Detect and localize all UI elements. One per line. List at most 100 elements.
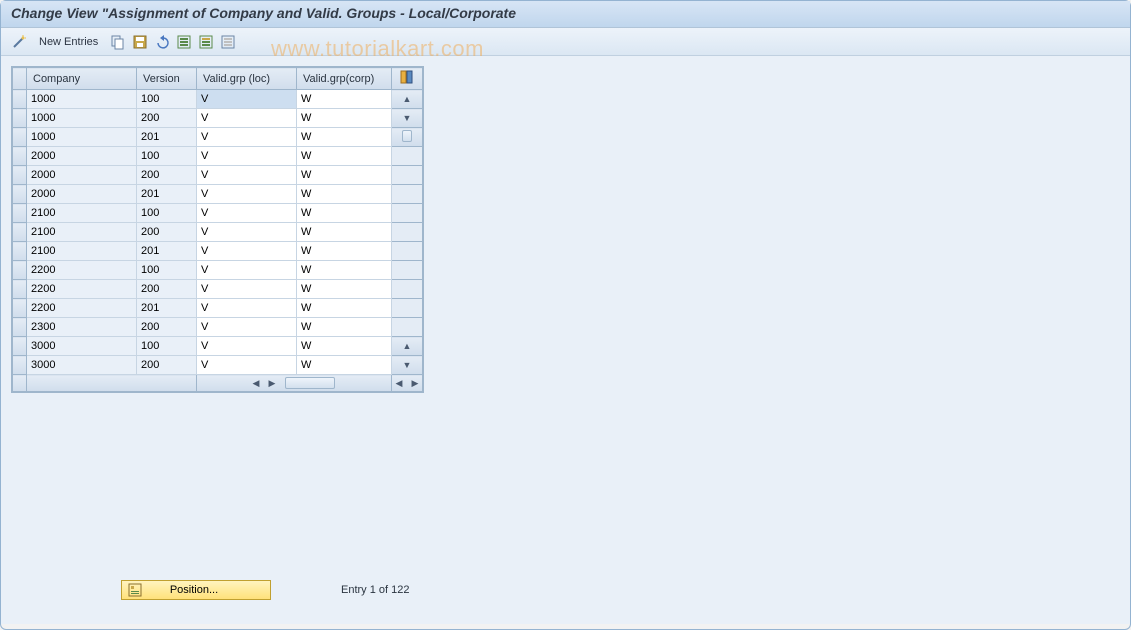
table-row[interactable]: 2100201VW: [13, 242, 423, 261]
cell-valid-corp[interactable]: W: [297, 299, 392, 318]
row-selector[interactable]: [13, 147, 27, 166]
cell-valid-loc[interactable]: V: [197, 318, 297, 337]
table-row[interactable]: 1000200VW▼: [13, 109, 423, 128]
cell-company[interactable]: 3000: [27, 337, 137, 356]
cell-company[interactable]: 3000: [27, 356, 137, 375]
cell-valid-corp[interactable]: W: [297, 356, 392, 375]
cell-version[interactable]: 200: [137, 109, 197, 128]
vscroll-track[interactable]: [392, 261, 423, 280]
cell-company[interactable]: 2100: [27, 204, 137, 223]
row-selector[interactable]: [13, 299, 27, 318]
cell-valid-corp[interactable]: W: [297, 128, 392, 147]
cell-company[interactable]: 2100: [27, 223, 137, 242]
cell-valid-loc[interactable]: V: [197, 166, 297, 185]
vscroll-track[interactable]: [392, 204, 423, 223]
cell-version[interactable]: 100: [137, 147, 197, 166]
cell-version[interactable]: 200: [137, 318, 197, 337]
col-header-valid-corp[interactable]: Valid.grp(corp): [297, 68, 392, 90]
cell-valid-corp[interactable]: W: [297, 337, 392, 356]
cell-version[interactable]: 100: [137, 204, 197, 223]
cell-company[interactable]: 2100: [27, 242, 137, 261]
table-row[interactable]: 2100100VW: [13, 204, 423, 223]
cell-company[interactable]: 2000: [27, 185, 137, 204]
cell-valid-corp[interactable]: W: [297, 318, 392, 337]
wand-icon[interactable]: [11, 34, 27, 50]
position-button[interactable]: Position...: [121, 580, 271, 600]
cell-version[interactable]: 100: [137, 90, 197, 109]
deselect-icon[interactable]: [220, 34, 236, 50]
cell-version[interactable]: 100: [137, 337, 197, 356]
cell-valid-loc[interactable]: V: [197, 337, 297, 356]
col-header-valid-loc[interactable]: Valid.grp (loc): [197, 68, 297, 90]
table-row[interactable]: 2000100VW: [13, 147, 423, 166]
cell-version[interactable]: 200: [137, 280, 197, 299]
col-header-version[interactable]: Version: [137, 68, 197, 90]
cell-version[interactable]: 201: [137, 242, 197, 261]
row-selector[interactable]: [13, 128, 27, 147]
cell-valid-corp[interactable]: W: [297, 223, 392, 242]
table-row[interactable]: 2200200VW: [13, 280, 423, 299]
cell-valid-loc[interactable]: V: [197, 280, 297, 299]
cell-company[interactable]: 2200: [27, 280, 137, 299]
col-header-company[interactable]: Company: [27, 68, 137, 90]
select-all-icon[interactable]: [176, 34, 192, 50]
cell-version[interactable]: 201: [137, 185, 197, 204]
table-row[interactable]: 1000100VW▲: [13, 90, 423, 109]
table-row[interactable]: 2100200VW: [13, 223, 423, 242]
vscroll-up-end-icon[interactable]: ▲: [392, 337, 423, 356]
vscroll-track[interactable]: [392, 147, 423, 166]
hscroll-left-icon[interactable]: ◀: [249, 376, 263, 390]
row-selector[interactable]: [13, 109, 27, 128]
row-selector[interactable]: [13, 166, 27, 185]
cell-valid-loc[interactable]: V: [197, 204, 297, 223]
cell-valid-corp[interactable]: W: [297, 185, 392, 204]
cell-version[interactable]: 100: [137, 261, 197, 280]
hscroll-left2-icon[interactable]: ◀: [392, 376, 406, 390]
new-entries-button[interactable]: New Entries: [33, 35, 104, 49]
table-row[interactable]: 1000201VW: [13, 128, 423, 147]
vscroll-track[interactable]: [392, 242, 423, 261]
row-selector[interactable]: [13, 318, 27, 337]
hscroll-thumb[interactable]: [285, 377, 335, 389]
vscroll-down-step-icon[interactable]: ▼: [392, 109, 423, 128]
cell-valid-loc[interactable]: V: [197, 109, 297, 128]
cell-valid-loc[interactable]: V: [197, 223, 297, 242]
table-row[interactable]: 2000201VW: [13, 185, 423, 204]
row-selector[interactable]: [13, 356, 27, 375]
cell-valid-corp[interactable]: W: [297, 261, 392, 280]
vscroll-thumb[interactable]: [392, 128, 423, 147]
cell-company[interactable]: 2200: [27, 261, 137, 280]
vscroll-track[interactable]: [392, 185, 423, 204]
vscroll-track[interactable]: [392, 166, 423, 185]
row-selector[interactable]: [13, 185, 27, 204]
hscroll-right2-icon[interactable]: ▶: [408, 376, 422, 390]
row-selector[interactable]: [13, 280, 27, 299]
table-config-button[interactable]: [392, 68, 423, 90]
cell-valid-corp[interactable]: W: [297, 109, 392, 128]
cell-company[interactable]: 2200: [27, 299, 137, 318]
cell-valid-corp[interactable]: W: [297, 90, 392, 109]
select-block-icon[interactable]: [198, 34, 214, 50]
vscroll-up-icon[interactable]: ▲: [392, 90, 423, 109]
cell-valid-corp[interactable]: W: [297, 280, 392, 299]
row-selector[interactable]: [13, 337, 27, 356]
cell-valid-loc[interactable]: V: [197, 128, 297, 147]
table-row[interactable]: 3000100VW▲: [13, 337, 423, 356]
cell-valid-corp[interactable]: W: [297, 242, 392, 261]
cell-company[interactable]: 2300: [27, 318, 137, 337]
cell-valid-loc[interactable]: V: [197, 356, 297, 375]
row-selector[interactable]: [13, 204, 27, 223]
cell-valid-loc[interactable]: V: [197, 90, 297, 109]
vscroll-track[interactable]: [392, 223, 423, 242]
vscroll-track[interactable]: [392, 299, 423, 318]
cell-valid-corp[interactable]: W: [297, 147, 392, 166]
table-row[interactable]: 2300200VW: [13, 318, 423, 337]
table-row[interactable]: 2200201VW: [13, 299, 423, 318]
copy-icon[interactable]: [110, 34, 126, 50]
row-selector[interactable]: [13, 261, 27, 280]
cell-version[interactable]: 201: [137, 299, 197, 318]
vscroll-track[interactable]: [392, 318, 423, 337]
cell-version[interactable]: 200: [137, 166, 197, 185]
row-selector[interactable]: [13, 223, 27, 242]
vscroll-down-icon[interactable]: ▼: [392, 356, 423, 375]
